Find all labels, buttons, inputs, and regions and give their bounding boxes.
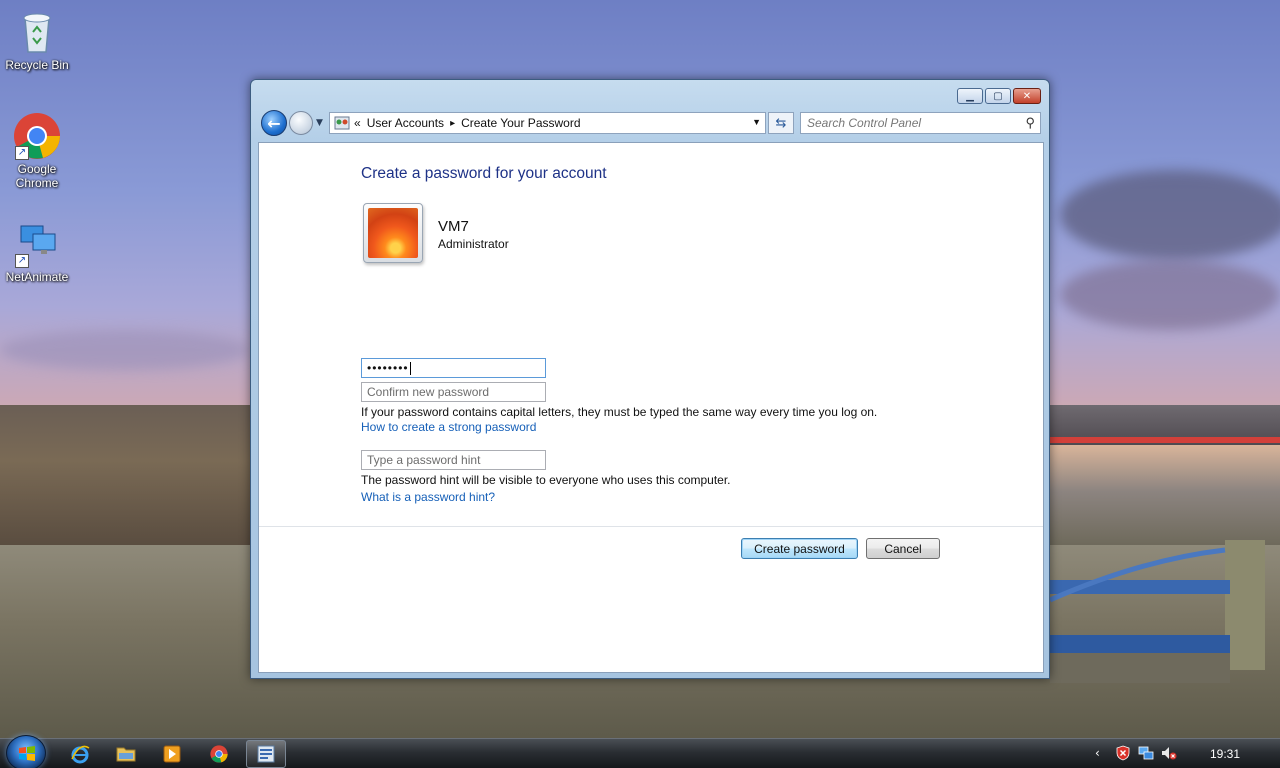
- taskbar-media-player[interactable]: [160, 742, 184, 766]
- search-placeholder: Search Control Panel: [807, 116, 922, 130]
- maximize-button[interactable]: ▢: [985, 88, 1011, 104]
- maximize-icon: ▢: [993, 90, 1003, 102]
- password-hint-note: The password hint will be visible to eve…: [361, 473, 731, 487]
- control-panel-icon: [334, 115, 350, 131]
- address-bar[interactable]: « User Accounts ▸ Create Your Password ▼: [329, 112, 766, 134]
- chrome-icon: ↗: [13, 112, 61, 160]
- clock[interactable]: 19:31: [1210, 747, 1240, 761]
- volume-muted-icon: [1162, 747, 1177, 760]
- confirm-password-placeholder: Confirm new password: [367, 385, 490, 399]
- back-button[interactable]: ←: [261, 110, 287, 136]
- search-icon[interactable]: ⚲: [1025, 115, 1035, 131]
- breadcrumb-overflow[interactable]: «: [354, 116, 361, 130]
- taskbar-chrome[interactable]: [207, 742, 231, 766]
- desktop-icon-google-chrome[interactable]: ↗ Google Chrome: [1, 112, 73, 190]
- back-arrow-icon: ←: [267, 113, 281, 133]
- minimize-icon: ▁: [966, 90, 974, 102]
- user-picture: [363, 203, 423, 263]
- taskbar-internet-explorer[interactable]: [68, 742, 92, 766]
- flower-avatar-icon: [368, 208, 418, 258]
- new-password-field[interactable]: ••••••••: [361, 358, 546, 378]
- breadcrumb-separator-icon[interactable]: ▸: [450, 118, 455, 129]
- close-icon: ✕: [1022, 90, 1032, 102]
- cancel-button[interactable]: Cancel: [866, 538, 940, 559]
- taskbar-explorer[interactable]: [114, 742, 138, 766]
- desktop-icon-label: NetAnimate: [5, 270, 69, 284]
- password-hint-link[interactable]: What is a password hint?: [361, 490, 495, 504]
- explorer-folder-icon: [116, 747, 136, 762]
- user-role: Administrator: [438, 237, 509, 251]
- shortcut-arrow-icon: ↗: [15, 146, 29, 160]
- control-panel-icon: [257, 745, 275, 763]
- desktop-icon-netanimate[interactable]: ↗ NetAnimate: [1, 220, 73, 284]
- taskbar-control-panel-active[interactable]: [246, 740, 286, 768]
- refresh-button[interactable]: ⇆: [768, 112, 794, 134]
- desktop-icon-recycle-bin[interactable]: Recycle Bin: [1, 8, 73, 72]
- forward-button[interactable]: [289, 111, 313, 135]
- text-caret: [409, 362, 411, 376]
- network-icon: [1138, 746, 1154, 760]
- password-hint-field[interactable]: Type a password hint: [361, 450, 546, 470]
- recycle-bin-icon: [13, 8, 61, 56]
- cloud: [1060, 260, 1280, 330]
- internet-explorer-icon: [71, 745, 90, 764]
- volume-tray[interactable]: [1161, 745, 1177, 764]
- breadcrumb-create-your-password[interactable]: Create Your Password: [461, 116, 580, 130]
- new-password-value: ••••••••: [367, 361, 409, 375]
- create-password-button[interactable]: Create password: [741, 538, 858, 559]
- tower-bridge: [1050, 540, 1265, 683]
- windows-logo-icon: [19, 746, 35, 761]
- close-button[interactable]: ✕: [1013, 88, 1041, 104]
- content-pane: Create a password for your account VM7 A…: [258, 142, 1044, 673]
- confirm-password-field[interactable]: Confirm new password: [361, 382, 546, 402]
- start-button[interactable]: [6, 735, 46, 768]
- chevron-left-icon: ‹: [1095, 746, 1100, 760]
- divider: [259, 526, 1043, 527]
- netanimate-icon: ↗: [13, 220, 61, 268]
- chrome-icon: [210, 745, 228, 763]
- desktop-icon-label: Recycle Bin: [5, 58, 69, 72]
- media-player-icon: [163, 745, 181, 763]
- refresh-icon: ⇆: [775, 115, 787, 131]
- strong-password-link[interactable]: How to create a strong password: [361, 420, 536, 434]
- navigation-bar: ← ▼ « User Accounts ▸ Create Your Passwo…: [259, 110, 1043, 138]
- page-title: Create a password for your account: [361, 165, 607, 182]
- search-input[interactable]: Search Control Panel ⚲: [800, 112, 1041, 134]
- show-hidden-icons-button[interactable]: ‹: [1095, 746, 1100, 760]
- create-password-window: ▁ ▢ ✕ ← ▼ « User Accounts ▸ Create Your …: [250, 79, 1050, 679]
- cloud: [1060, 170, 1280, 260]
- password-hint-placeholder: Type a password hint: [367, 453, 481, 467]
- cloud: [0, 330, 250, 370]
- lit-bridge: [1050, 437, 1280, 443]
- minimize-button[interactable]: ▁: [957, 88, 983, 104]
- shortcut-arrow-icon: ↗: [15, 254, 29, 268]
- security-alert-icon: [1116, 745, 1130, 761]
- city-skyline: [0, 405, 250, 545]
- taskbar: ‹ 19:31: [0, 735, 1280, 768]
- address-dropdown-icon[interactable]: ▼: [752, 117, 761, 127]
- desktop-icon-label: Google Chrome: [15, 162, 59, 190]
- window-controls: ▁ ▢ ✕: [957, 88, 1041, 104]
- breadcrumb-user-accounts[interactable]: User Accounts: [367, 116, 444, 130]
- user-name: VM7: [438, 218, 469, 235]
- recent-pages-dropdown[interactable]: ▼: [316, 118, 323, 128]
- action-center-tray[interactable]: [1115, 745, 1131, 764]
- network-tray[interactable]: [1138, 745, 1154, 764]
- capital-letters-note: If your password contains capital letter…: [361, 405, 878, 419]
